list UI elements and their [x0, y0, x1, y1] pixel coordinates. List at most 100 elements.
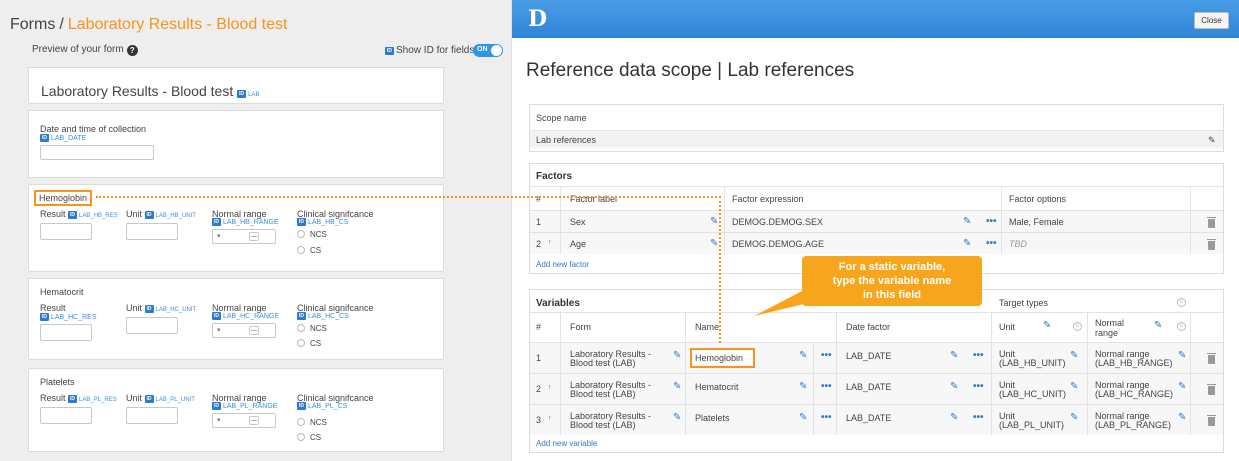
hb-range-select[interactable]: ▾ — — [212, 229, 276, 244]
hb-cs-radio[interactable] — [297, 246, 305, 254]
pencil-icon[interactable]: ✎ — [950, 351, 958, 361]
pl-ncs-radio[interactable] — [297, 418, 305, 426]
move-up-icon[interactable]: ↑ — [548, 415, 552, 422]
pl-cs-label: CS — [310, 433, 322, 442]
sort-icon[interactable]: ○ — [1073, 322, 1082, 331]
pl-unit-input[interactable] — [126, 407, 178, 424]
id-badge-icon: ID — [212, 312, 221, 320]
trash-icon[interactable] — [1207, 217, 1216, 228]
pencil-icon[interactable]: ✎ — [673, 413, 681, 423]
hc-range-select[interactable]: ▾ — — [212, 323, 276, 338]
minus-icon[interactable]: — — [249, 416, 259, 425]
trash-icon[interactable] — [1207, 239, 1216, 250]
platelets-section-title: Platelets — [40, 377, 75, 387]
trash-icon[interactable] — [1207, 384, 1216, 395]
move-up-icon[interactable]: ↑ — [548, 239, 552, 246]
trash-icon[interactable] — [1207, 353, 1216, 364]
sort-icon[interactable]: ○ — [1177, 322, 1186, 331]
pencil-icon[interactable]: ✎ — [799, 382, 807, 392]
pencil-icon[interactable]: ✎ — [1070, 382, 1078, 392]
hc-cs-radio[interactable] — [297, 339, 305, 347]
chevron-down-icon: ▾ — [217, 417, 221, 424]
hemoglobin-name-field[interactable]: Hemoglobin — [690, 348, 755, 368]
id-badge-icon: ID — [237, 90, 247, 98]
hb-result-input[interactable] — [40, 223, 92, 240]
callout-line: For a static variable, — [838, 261, 946, 273]
pencil-icon[interactable]: ✎ — [710, 217, 718, 227]
factor-options: Male, Female — [1009, 217, 1064, 227]
date-input[interactable] — [40, 145, 154, 160]
variables-col-unit: Unit — [999, 322, 1016, 332]
variables-header-row: # Form Name Date factor Unit ✎ ○ Normal … — [530, 312, 1223, 342]
pencil-icon[interactable]: ✎ — [950, 413, 958, 423]
pencil-icon[interactable]: ✎ — [1178, 413, 1186, 423]
variable-row: 1 Laboratory Results - Blood test (LAB) … — [530, 342, 1223, 373]
more-icon[interactable]: ••• — [986, 239, 997, 249]
hb-ncs-radio[interactable] — [297, 230, 305, 238]
factor-expression: DEMOG.DEMOG.SEX — [732, 217, 824, 227]
pencil-icon[interactable]: ✎ — [1043, 321, 1051, 331]
minus-icon[interactable]: — — [249, 326, 259, 335]
breadcrumb: Forms / Laboratory Results - Blood test — [10, 16, 287, 34]
factor-row: 2 ↑ Age ✎ DEMOG.DEMOG.AGE ✎ ••• TBD — [530, 232, 1223, 254]
pencil-icon[interactable]: ✎ — [963, 239, 971, 249]
more-icon[interactable]: ••• — [973, 351, 984, 361]
id-badge-icon: ID — [297, 218, 306, 226]
pl-sig-id: ID LAB_PL_CS — [297, 402, 348, 410]
collapse-icon[interactable]: ○ — [1177, 298, 1186, 307]
variable-name: Platelets — [695, 413, 730, 423]
more-icon[interactable]: ••• — [821, 351, 832, 361]
pl-result-input[interactable] — [40, 407, 92, 424]
pencil-icon[interactable]: ✎ — [950, 382, 958, 392]
hc-ncs-label: NCS — [310, 324, 327, 333]
variables-box: Variables Target types ○ # Form Name Dat… — [529, 289, 1224, 453]
pl-cs-radio[interactable] — [297, 433, 305, 441]
hc-range-id: ID LAB_HC_RANGE — [212, 312, 280, 320]
pencil-icon[interactable]: ✎ — [963, 217, 971, 227]
hc-ncs-radio[interactable] — [297, 324, 305, 332]
variables-col-name: Name — [695, 322, 720, 332]
hb-unit-input[interactable] — [126, 223, 178, 240]
hc-sig-id: ID LAB_HC_CS — [297, 312, 349, 320]
date-id: ID LAB_DATE — [40, 134, 87, 142]
show-id-toggle[interactable]: ON — [473, 44, 503, 57]
connector-line — [96, 196, 721, 198]
breadcrumb-separator: / — [59, 16, 64, 33]
close-button[interactable]: Close — [1194, 12, 1229, 29]
factor-options: TBD — [1009, 239, 1027, 249]
hc-unit-input[interactable] — [126, 317, 178, 334]
hc-result-input[interactable] — [40, 324, 92, 341]
add-factor-link[interactable]: Add new factor — [536, 260, 589, 269]
pl-range-select[interactable]: ▾ — — [212, 413, 276, 428]
pencil-icon[interactable]: ✎ — [799, 413, 807, 423]
variable-row: 2 ↑ Laboratory Results - Blood test (LAB… — [530, 373, 1223, 404]
top-bar: D Close — [512, 0, 1239, 38]
more-icon[interactable]: ••• — [986, 217, 997, 227]
pencil-icon[interactable]: ✎ — [673, 351, 681, 361]
pencil-icon[interactable]: ✎ — [1178, 382, 1186, 392]
pencil-icon[interactable]: ✎ — [710, 239, 718, 249]
hc-result-id: ID LAB_HC_RES — [40, 313, 97, 321]
help-icon[interactable]: ? — [126, 45, 138, 56]
pencil-icon[interactable]: ✎ — [1070, 413, 1078, 423]
add-variable-link[interactable]: Add new variable — [536, 439, 597, 448]
scope-name-field[interactable]: Lab references ✎ — [530, 130, 1223, 148]
minus-icon[interactable]: — — [249, 232, 259, 241]
trash-icon[interactable] — [1207, 415, 1216, 426]
more-icon[interactable]: ••• — [821, 413, 832, 423]
hb-unit-label: Unit ID LAB_HB_UNIT — [126, 209, 196, 219]
more-icon[interactable]: ••• — [821, 382, 832, 392]
more-icon[interactable]: ••• — [973, 382, 984, 392]
pencil-icon[interactable]: ✎ — [1070, 351, 1078, 361]
pencil-icon[interactable]: ✎ — [673, 382, 681, 392]
pencil-icon[interactable]: ✎ — [1178, 351, 1186, 361]
preview-label: Preview of your form — [32, 44, 124, 55]
pencil-icon[interactable]: ✎ — [1208, 135, 1216, 145]
pencil-icon[interactable]: ✎ — [799, 351, 807, 361]
divider — [685, 312, 686, 435]
pencil-icon[interactable]: ✎ — [1154, 321, 1162, 331]
move-up-icon[interactable]: ↑ — [548, 384, 552, 391]
more-icon[interactable]: ••• — [973, 413, 984, 423]
breadcrumb-forms-link[interactable]: Forms — [10, 16, 55, 33]
variable-date-factor: LAB_DATE — [846, 413, 892, 423]
